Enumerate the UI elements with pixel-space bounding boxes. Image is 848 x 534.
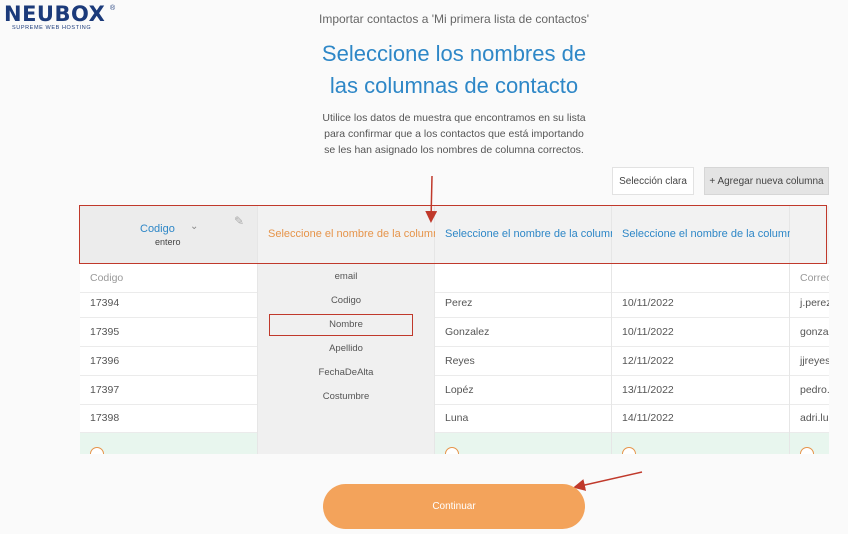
table-cell: 17395 bbox=[80, 318, 257, 347]
new-row bbox=[612, 433, 789, 454]
desc-line-2: para confirmar que a los contactos que e… bbox=[324, 128, 584, 140]
option-email[interactable]: email bbox=[258, 267, 434, 287]
option-codigo[interactable]: Codigo bbox=[258, 291, 434, 311]
table-cell: jjreyes bbox=[790, 347, 829, 376]
table-cell: Luna bbox=[435, 404, 611, 433]
radio-circle-icon[interactable] bbox=[800, 447, 814, 454]
import-breadcrumb: Importar contactos a 'Mi primera lista d… bbox=[318, 12, 590, 26]
table-cell: 12/11/2022 bbox=[612, 347, 789, 376]
nombre-highlight-box bbox=[269, 314, 413, 336]
logo-registered-mark: ® bbox=[110, 5, 116, 12]
title-line-1: Seleccione los nombres de bbox=[321, 41, 587, 66]
new-row bbox=[790, 433, 829, 454]
new-row bbox=[80, 433, 257, 454]
table-cell: Perez bbox=[435, 289, 611, 318]
radio-circle-icon[interactable] bbox=[445, 447, 459, 454]
table-cell: Reyes bbox=[435, 347, 611, 376]
table-cell: pedro. bbox=[790, 376, 829, 405]
header-highlight-box bbox=[79, 205, 827, 264]
continue-button[interactable]: Continuar bbox=[323, 484, 585, 529]
table-cell: Gonzalez bbox=[435, 318, 611, 347]
radio-circle-icon[interactable] bbox=[90, 447, 104, 454]
table-cell: 13/11/2022 bbox=[612, 376, 789, 405]
table-cell: gonzal bbox=[790, 318, 829, 347]
table-cell: 10/11/2022 bbox=[612, 318, 789, 347]
table-cell: 14/11/2022 bbox=[612, 404, 789, 433]
table-cell: 17397 bbox=[80, 376, 257, 405]
radio-circle-icon[interactable] bbox=[622, 447, 636, 454]
clear-selection-button[interactable]: Selección clara bbox=[612, 167, 694, 195]
page-description: Utilice los datos de muestra que encontr… bbox=[0, 110, 848, 158]
table-cell: Lopéz bbox=[435, 376, 611, 405]
table-cell: 17394 bbox=[80, 289, 257, 318]
arrow-to-continue bbox=[573, 471, 643, 491]
table-cell: adri.lu bbox=[790, 404, 829, 433]
desc-line-1: Utilice los datos de muestra que encontr… bbox=[322, 112, 586, 124]
option-fechadealta[interactable]: FechaDeAlta bbox=[258, 363, 434, 383]
table-cell: 17398 bbox=[80, 404, 257, 433]
desc-line-3: se les han asignado los nombres de colum… bbox=[324, 144, 584, 156]
option-costumbre[interactable]: Costumbre bbox=[258, 387, 434, 407]
add-column-button[interactable]: + Agregar nueva columna bbox=[704, 167, 829, 195]
table-cell: 17396 bbox=[80, 347, 257, 376]
table-cell: j.perez bbox=[790, 289, 829, 318]
table-cell: 10/11/2022 bbox=[612, 289, 789, 318]
option-apellido[interactable]: Apellido bbox=[258, 339, 434, 359]
page-title: Seleccione los nombres de las columnas d… bbox=[0, 38, 848, 102]
title-line-2: las columnas de contacto bbox=[329, 73, 579, 98]
new-row bbox=[435, 433, 611, 454]
